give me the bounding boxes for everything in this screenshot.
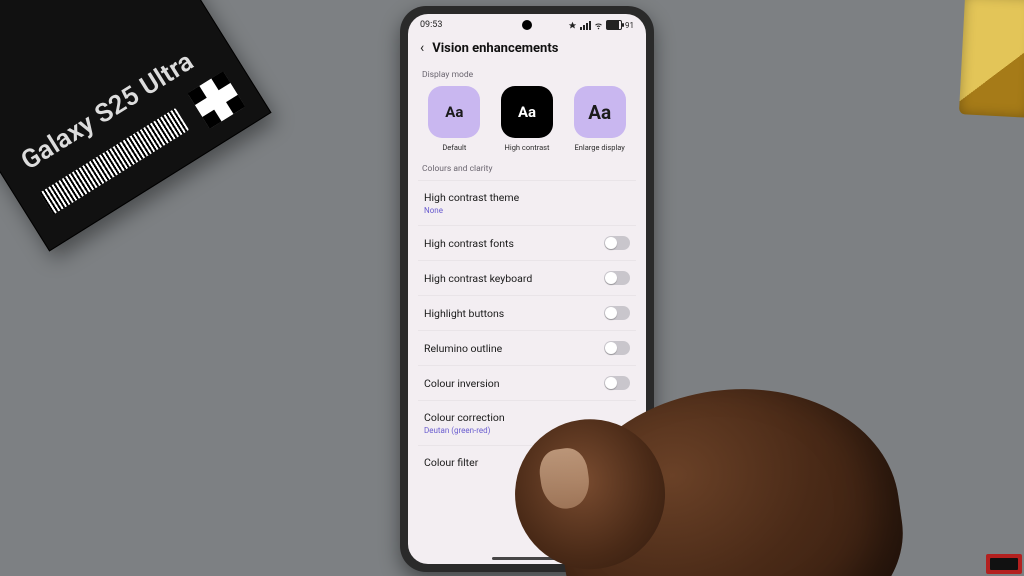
wifi-icon — [594, 21, 603, 30]
row-label: High contrast theme — [424, 191, 519, 204]
row-relumino-outline[interactable]: Relumino outline — [418, 330, 636, 365]
toggle-high-contrast-fonts[interactable] — [604, 236, 630, 250]
row-label: Colour inversion — [424, 377, 500, 390]
toggle-highlight-buttons[interactable] — [604, 306, 630, 320]
display-mode-high-contrast[interactable]: Aa High contrast — [495, 86, 560, 152]
row-colour-inversion[interactable]: Colour inversion — [418, 365, 636, 400]
row-high-contrast-keyboard[interactable]: High contrast keyboard — [418, 260, 636, 295]
toggle-high-contrast-keyboard[interactable] — [604, 271, 630, 285]
desk-prop — [959, 0, 1024, 118]
location-icon — [568, 21, 577, 30]
back-button[interactable]: ‹ — [420, 40, 424, 56]
display-mode-options: Aa Default Aa High contrast Aa Enlarge d… — [418, 86, 636, 160]
signal-icon — [580, 21, 591, 30]
row-label: Highlight buttons — [424, 307, 504, 320]
status-time: 09:53 — [420, 20, 442, 30]
display-mode-enlarge-label: Enlarge display — [567, 143, 632, 152]
display-mode-high-contrast-chip: Aa — [501, 86, 553, 138]
thumbnail — [537, 446, 593, 512]
qr-code — [187, 71, 245, 129]
row-label: High contrast fonts — [424, 237, 514, 250]
display-mode-default-label: Default — [422, 143, 487, 152]
row-high-contrast-theme[interactable]: High contrast theme None — [418, 180, 636, 225]
battery-icon — [606, 20, 622, 30]
row-label: Colour correction — [424, 411, 505, 424]
punch-hole-camera — [522, 20, 532, 30]
product-box: Galaxy S25 Ultra — [0, 0, 272, 252]
section-display-mode: Display mode — [418, 66, 636, 86]
toggle-colour-inversion[interactable] — [604, 376, 630, 390]
display-mode-default-chip: Aa — [428, 86, 480, 138]
display-mode-high-contrast-label: High contrast — [495, 143, 560, 152]
display-mode-enlarge-chip: Aa — [574, 86, 626, 138]
row-label: Colour filter — [424, 456, 478, 469]
display-mode-default[interactable]: Aa Default — [422, 86, 487, 152]
row-highlight-buttons[interactable]: Highlight buttons — [418, 295, 636, 330]
row-label: High contrast keyboard — [424, 272, 532, 285]
row-value: None — [424, 206, 519, 215]
row-high-contrast-fonts[interactable]: High contrast fonts — [418, 225, 636, 260]
toggle-relumino-outline[interactable] — [604, 341, 630, 355]
battery-percent: 91 — [625, 21, 634, 30]
row-value: Deutan (green-red) — [424, 426, 505, 435]
watermark-logo — [986, 554, 1022, 574]
display-mode-enlarge[interactable]: Aa Enlarge display — [567, 86, 632, 152]
page-title: Vision enhancements — [432, 41, 558, 56]
row-label: Relumino outline — [424, 342, 502, 355]
section-colours-clarity: Colours and clarity — [418, 160, 636, 180]
